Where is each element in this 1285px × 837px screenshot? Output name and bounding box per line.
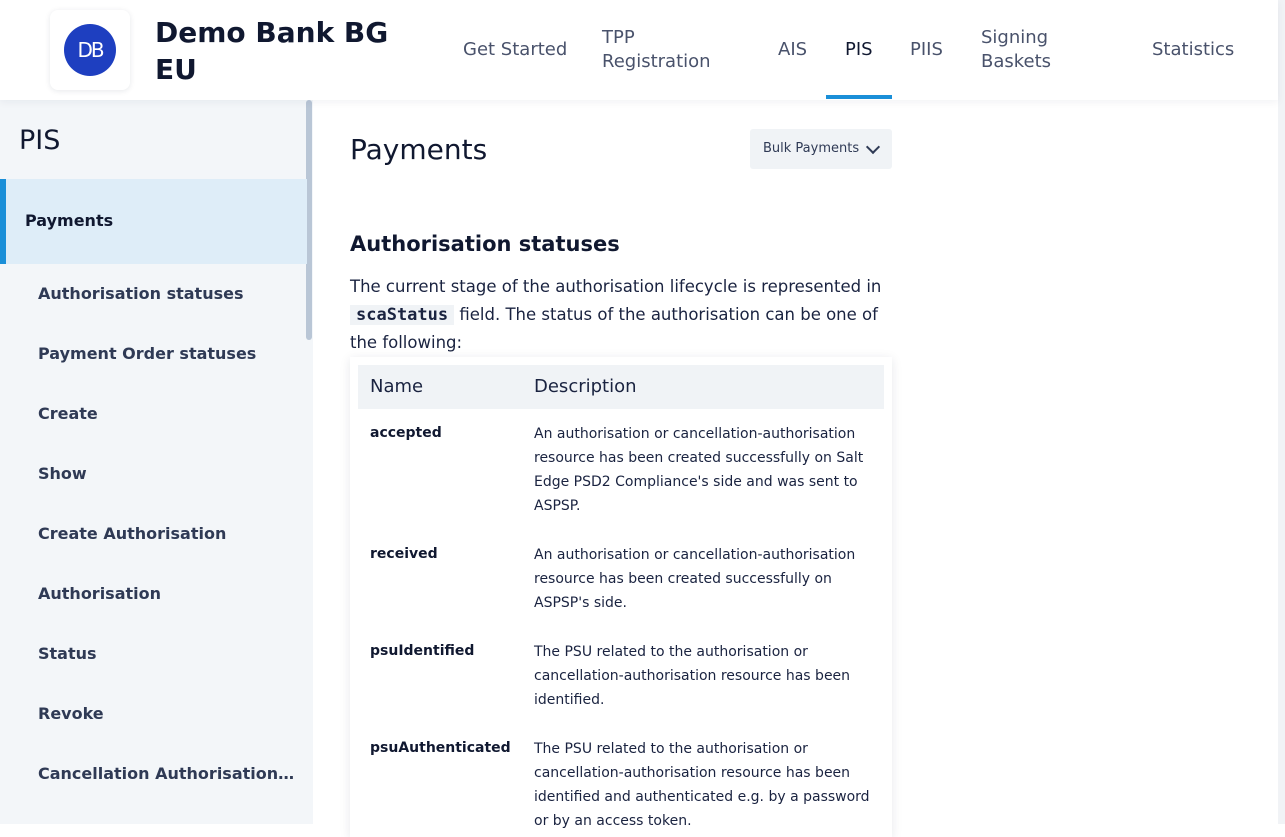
sidebar-item-status[interactable]: Status [38,644,298,663]
section-title: Authorisation statuses [350,232,620,256]
row-description: The PSU related to the authorisation or … [534,644,851,708]
logo-mark: DB [64,24,116,76]
row-description: The PSU related to the authorisation or … [534,741,870,829]
sidebar-item-cancellation-authorisations[interactable]: Cancellation Authorisations o... [38,764,298,783]
payment-type-dropdown[interactable]: Bulk Payments [750,129,892,169]
sidebar-item-revoke[interactable]: Revoke [38,704,298,723]
brand-name[interactable]: Demo Bank BG EU [155,14,395,88]
row-description: An authorisation or cancellation-authori… [534,547,856,611]
column-header-description: Description [534,376,637,397]
sidebar-item-payments[interactable]: Payments [0,179,307,264]
row-name: psuIdentified [370,643,475,659]
sidebar-item-label: Payments [25,211,114,230]
page-title: Payments [350,133,488,166]
column-header-name: Name [370,376,424,397]
paragraph-text-before: The current stage of the authorisation l… [350,277,882,296]
nav-tpp-registration[interactable]: TPP Registration [602,0,742,100]
sidebar-item-payment-order-statuses[interactable]: Payment Order statuses [38,344,298,363]
nav-ais[interactable]: AIS [778,0,807,100]
row-name: received [370,546,438,562]
page-scrollbar[interactable] [1278,0,1285,824]
nav-pis[interactable]: PIS [845,0,873,100]
sidebar-item-show[interactable]: Show [38,464,298,483]
nav-piis[interactable]: PIIS [910,0,943,100]
row-name: psuAuthenticated [370,740,511,756]
nav-statistics[interactable]: Statistics [1152,0,1234,100]
sidebar-item-create-authorisation[interactable]: Create Authorisation [38,524,298,543]
status-table: Name Description accepted An authorisati… [350,357,892,837]
nav-get-started[interactable]: Get Started [463,0,573,100]
inline-code: scaStatus [350,305,455,325]
top-header: DB Demo Bank BG EU Get Started TPP Regis… [0,0,1278,100]
table-header: Name Description [358,365,884,409]
active-nav-indicator [826,95,892,99]
sidebar-item-authorisation-statuses[interactable]: Authorisation statuses [38,284,298,303]
sidebar-item-authorisation[interactable]: Authorisation [38,584,298,603]
logo[interactable]: DB [50,10,130,90]
dropdown-value: Bulk Payments [763,141,860,156]
sidebar-title: PIS [19,125,61,156]
row-description: An authorisation or cancellation-authori… [534,426,864,514]
nav-signing-baskets[interactable]: Signing Baskets [981,0,1091,100]
sidebar-item-create[interactable]: Create [38,404,298,423]
section-paragraph: The current stage of the authorisation l… [350,273,895,357]
chevron-down-icon [865,139,881,155]
row-name: accepted [370,425,442,441]
